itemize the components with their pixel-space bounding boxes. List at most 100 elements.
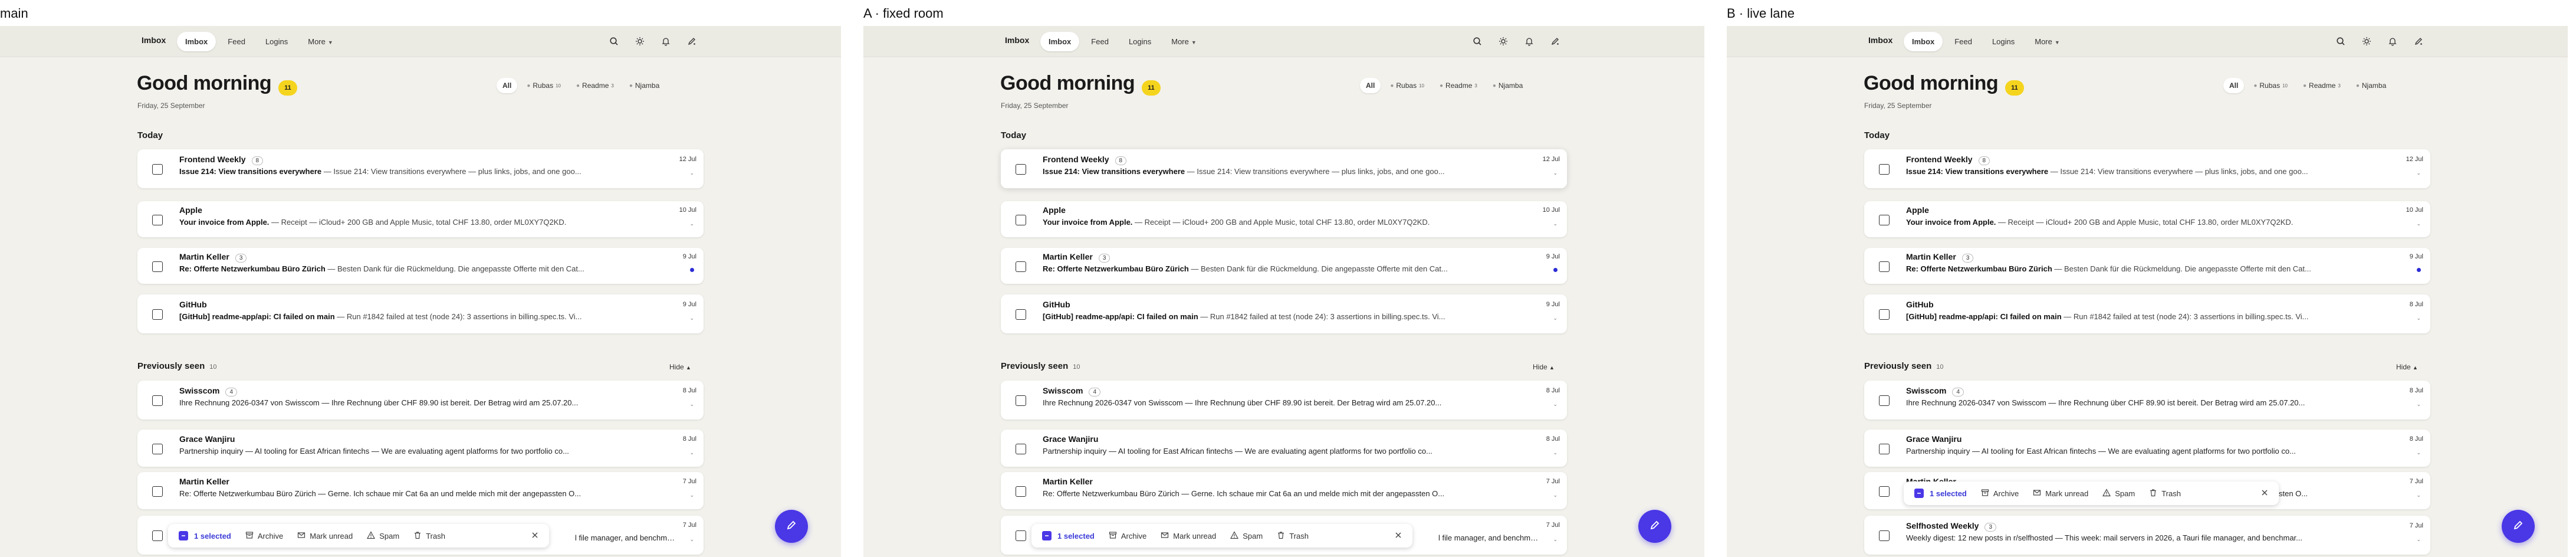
row-checkbox[interactable]: [1879, 309, 1890, 320]
list-item[interactable]: Martin Keller Re: Offerte Netzwerkumbau B…: [1001, 472, 1567, 509]
list-item[interactable]: GitHub [GitHub] readme-app/api: CI failed…: [137, 294, 704, 333]
chevron-down-icon[interactable]: ⌄: [1553, 170, 1558, 176]
chevron-down-icon[interactable]: ⌄: [1553, 450, 1558, 456]
row-checkbox[interactable]: [1879, 443, 1890, 454]
list-item[interactable]: Frontend Weekly 8 Issue 214: View transiti…: [1001, 149, 1567, 188]
list-item[interactable]: Grace Wanjiru Partnership inquiry — AI to…: [137, 430, 704, 467]
list-item[interactable]: Swisscom 4 Ihre Rechnung 2026-0347 von Swi…: [137, 381, 704, 420]
chevron-down-icon[interactable]: ⌄: [2416, 450, 2421, 456]
nav-more[interactable]: More ▼: [300, 32, 341, 51]
chevron-down-icon[interactable]: ⌄: [1553, 492, 1558, 499]
row-checkbox[interactable]: [1016, 486, 1026, 497]
trash-button[interactable]: Trash: [413, 531, 445, 541]
chevron-down-icon[interactable]: ⌄: [2416, 492, 2421, 499]
search-icon[interactable]: [2334, 35, 2347, 48]
list-item[interactable]: GitHub [GitHub] readme-app/api: CI failed…: [1001, 294, 1567, 333]
filter-chip[interactable]: ● Readme 3: [1434, 78, 1483, 93]
trash-button[interactable]: Trash: [1277, 531, 1309, 541]
nav-logins[interactable]: Logins: [1121, 32, 1159, 51]
filter-chip[interactable]: All: [2223, 78, 2245, 93]
archive-button[interactable]: Archive: [1109, 531, 1146, 541]
nav-feed[interactable]: Feed: [1946, 32, 1980, 51]
close-selection-button[interactable]: [1395, 532, 1402, 540]
search-icon[interactable]: [607, 35, 620, 48]
row-checkbox[interactable]: [1879, 261, 1890, 272]
nav-more[interactable]: More ▼: [2026, 32, 2068, 51]
chevron-down-icon[interactable]: ⌄: [2416, 170, 2421, 176]
row-checkbox[interactable]: [1879, 164, 1890, 175]
chevron-down-icon[interactable]: ⌄: [689, 450, 694, 456]
hide-section-button[interactable]: Hide ▲: [2396, 363, 2418, 371]
row-checkbox[interactable]: [152, 214, 163, 225]
list-item[interactable]: Grace Wanjiru Partnership inquiry — AI to…: [1001, 430, 1567, 467]
row-checkbox[interactable]: [152, 530, 163, 541]
list-item[interactable]: GitHub [GitHub] readme-app/api: CI failed…: [1864, 294, 2430, 333]
brand-logo[interactable]: Imbox: [1005, 35, 1029, 45]
hide-section-button[interactable]: Hide ▲: [1533, 363, 1555, 371]
row-checkbox[interactable]: [1016, 214, 1026, 225]
row-checkbox[interactable]: [152, 395, 163, 406]
nav-more[interactable]: More ▼: [1163, 32, 1205, 51]
selected-checkbox[interactable]: [1042, 531, 1052, 540]
compose-button[interactable]: [2502, 510, 2535, 543]
chevron-down-icon[interactable]: ⌄: [1553, 315, 1558, 322]
chevron-down-icon[interactable]: ⌄: [689, 492, 694, 499]
list-item[interactable]: Martin Keller Re: Offerte Netzwerkumbau B…: [137, 472, 704, 509]
filter-chip[interactable]: ● Readme 3: [2297, 78, 2347, 93]
chevron-down-icon[interactable]: ⌄: [1553, 221, 1558, 227]
chevron-down-icon[interactable]: ⌄: [689, 221, 694, 227]
row-checkbox[interactable]: [152, 486, 163, 497]
filter-chip[interactable]: ● Njamba: [623, 78, 665, 93]
spam-button[interactable]: Spam: [2102, 488, 2135, 499]
chevron-down-icon[interactable]: ⌄: [689, 315, 694, 322]
row-checkbox[interactable]: [152, 261, 163, 272]
nav-imbox[interactable]: Imbox: [177, 31, 216, 51]
close-selection-button[interactable]: [2261, 489, 2268, 498]
brand-logo[interactable]: Imbox: [1868, 35, 1892, 45]
filter-chip[interactable]: ● Rubas 10: [1384, 78, 1430, 93]
selected-checkbox[interactable]: [179, 531, 188, 540]
filter-chip[interactable]: ● Rubas 10: [521, 78, 567, 93]
row-checkbox[interactable]: [1879, 395, 1890, 406]
hide-section-button[interactable]: Hide ▲: [669, 363, 691, 371]
list-item[interactable]: Martin Keller 3 Re: Offerte Netzwerkumbau …: [1864, 248, 2430, 284]
nav-imbox[interactable]: Imbox: [1904, 31, 1943, 51]
list-item[interactable]: Swisscom 4 Ihre Rechnung 2026-0347 von Swi…: [1001, 381, 1567, 420]
list-item[interactable]: Grace Wanjiru Partnership inquiry — AI to…: [1864, 430, 2430, 467]
chevron-down-icon[interactable]: ⌄: [2416, 315, 2421, 322]
compose-icon[interactable]: [2412, 35, 2425, 48]
row-checkbox[interactable]: [1016, 309, 1026, 320]
chevron-down-icon[interactable]: ⌄: [689, 536, 694, 543]
compose-icon[interactable]: [685, 35, 698, 48]
chevron-down-icon[interactable]: ⌄: [1553, 536, 1558, 543]
selected-checkbox[interactable]: [1914, 489, 1924, 498]
archive-button[interactable]: Archive: [1981, 489, 2019, 499]
list-item[interactable]: Apple Your invoice from Apple. — Receipt …: [1001, 201, 1567, 237]
list-item[interactable]: Frontend Weekly 8 Issue 214: View transiti…: [1864, 149, 2430, 188]
chevron-down-icon[interactable]: ⌄: [2416, 536, 2421, 543]
mark-unread-button[interactable]: Mark unread: [2033, 489, 2088, 499]
nav-logins[interactable]: Logins: [1984, 32, 2023, 51]
sun-icon[interactable]: [2360, 35, 2373, 48]
chevron-down-icon[interactable]: ⌄: [2416, 401, 2421, 408]
filter-chip[interactable]: All: [497, 78, 518, 93]
spam-button[interactable]: Spam: [367, 530, 399, 541]
sun-icon[interactable]: [1497, 35, 1510, 48]
list-item[interactable]: Martin Keller 3 Re: Offerte Netzwerkumbau …: [1001, 248, 1567, 284]
list-item[interactable]: Selfhosted Weekly 3 Weekly digest: 12 new …: [1864, 516, 2430, 555]
filter-chip[interactable]: ● Njamba: [2350, 78, 2392, 93]
chevron-down-icon[interactable]: ⌄: [689, 170, 694, 176]
chevron-down-icon[interactable]: ⌄: [2416, 221, 2421, 227]
chevron-down-icon[interactable]: ⌄: [1553, 401, 1558, 408]
sun-icon[interactable]: [633, 35, 646, 48]
archive-button[interactable]: Archive: [245, 531, 283, 541]
compose-icon[interactable]: [1549, 35, 1562, 48]
row-checkbox[interactable]: [152, 443, 163, 454]
brand-logo[interactable]: Imbox: [142, 35, 166, 45]
row-checkbox[interactable]: [152, 309, 163, 320]
list-item[interactable]: Swisscom 4 Ihre Rechnung 2026-0347 von Swi…: [1864, 381, 2430, 420]
row-checkbox[interactable]: [1016, 530, 1026, 541]
compose-button[interactable]: [775, 510, 808, 543]
filter-chip[interactable]: All: [1360, 78, 1381, 93]
search-icon[interactable]: [1471, 35, 1484, 48]
